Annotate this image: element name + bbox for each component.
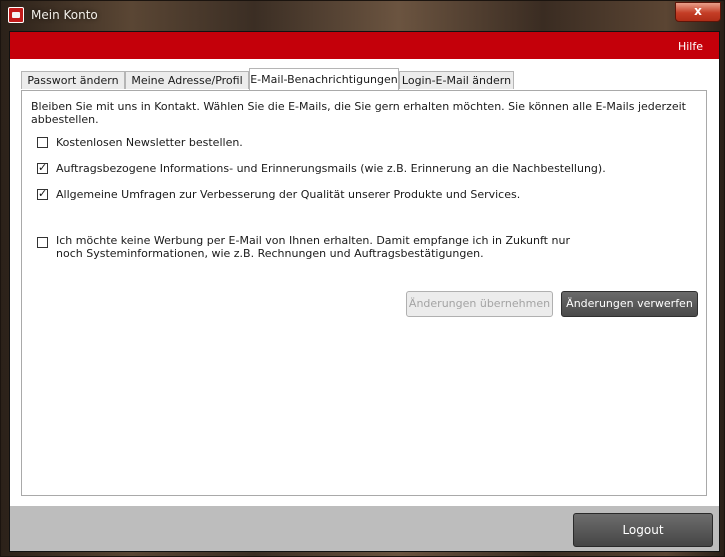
tab-email-notifications[interactable]: E-Mail-Benachrichtigungen: [249, 68, 399, 90]
logout-button[interactable]: Logout: [573, 513, 713, 547]
intro-text: Bleiben Sie mit uns in Kontakt. Wählen S…: [31, 100, 686, 126]
order-mails-label[interactable]: Auftragsbezogene Informations- und Erinn…: [56, 162, 606, 175]
app-window: Mein Konto x Hilfe Passwort ändern Meine…: [0, 0, 725, 557]
close-icon: x: [694, 4, 702, 18]
tab-address-profile[interactable]: Meine Adresse/Profil: [125, 71, 249, 89]
footer-bar: Logout: [10, 506, 719, 551]
window-title: Mein Konto: [31, 8, 98, 22]
surveys-label[interactable]: Allgemeine Umfragen zur Verbesserung der…: [56, 188, 520, 201]
newsletter-checkbox[interactable]: [37, 137, 48, 148]
apply-changes-button[interactable]: Änderungen übernehmen: [406, 291, 553, 317]
surveys-checkbox[interactable]: [37, 187, 48, 200]
help-link[interactable]: Hilfe: [678, 40, 703, 53]
no-advertising-checkbox[interactable]: [37, 237, 48, 248]
no-advertising-label[interactable]: Ich möchte keine Werbung per E-Mail von …: [56, 234, 596, 260]
close-button[interactable]: x: [675, 2, 721, 22]
app-icon: [8, 7, 24, 23]
tab-panel-email-notifications: Bleiben Sie mit uns in Kontakt. Wählen S…: [21, 90, 707, 496]
newsletter-label[interactable]: Kostenlosen Newsletter bestellen.: [56, 136, 243, 149]
order-mails-checkbox[interactable]: [37, 161, 48, 174]
tab-password[interactable]: Passwort ändern: [21, 71, 125, 89]
discard-changes-button[interactable]: Änderungen verwerfen: [561, 291, 698, 317]
title-bar[interactable]: Mein Konto x: [1, 1, 725, 29]
tab-login-email[interactable]: Login-E-Mail ändern: [399, 71, 514, 89]
client-area: Hilfe Passwort ändern Meine Adresse/Prof…: [9, 31, 720, 552]
header-bar: Hilfe: [10, 32, 719, 59]
